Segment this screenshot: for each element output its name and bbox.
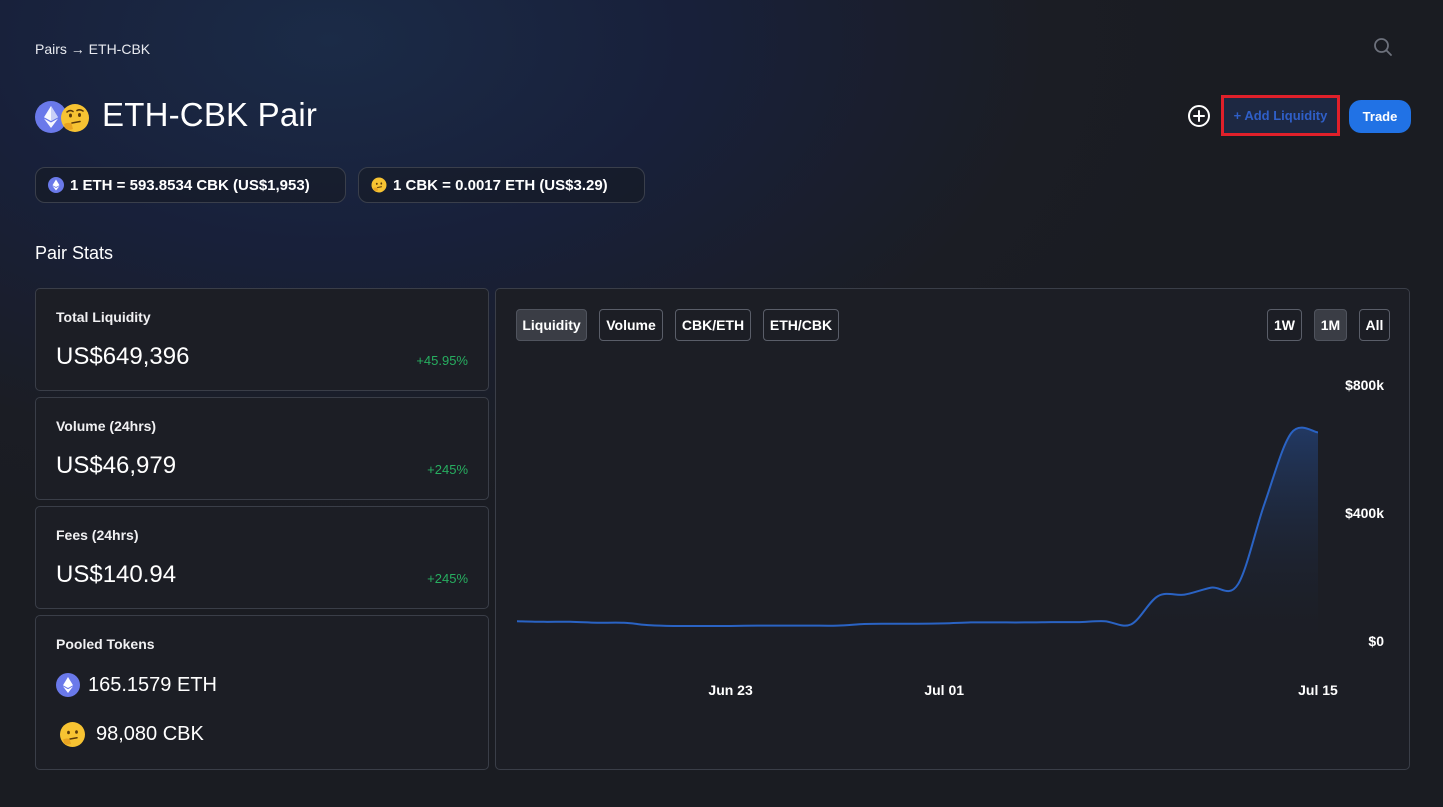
eth-logo-icon: [56, 673, 80, 697]
eth-logo-icon: [48, 177, 64, 193]
cbk-thinking-face-icon: [371, 177, 387, 193]
stat-label: Volume (24hrs): [56, 418, 157, 434]
cbk-price-pill[interactable]: 1 CBK = 0.0017 ETH (US$3.29): [358, 167, 645, 203]
x-tick-label: Jul 15: [1298, 682, 1338, 698]
stat-change: +45.95%: [416, 353, 468, 368]
eth-price-pill[interactable]: 1 ETH = 593.8534 CBK (US$1,953): [35, 167, 346, 203]
cbk-thinking-face-icon: [60, 722, 85, 747]
y-tick-label: $0: [1368, 633, 1384, 649]
liquidity-chart[interactable]: Jun 23 Jul 01 Jul 15 $800k $400k $0: [496, 289, 1409, 769]
trade-button[interactable]: Trade: [1349, 100, 1411, 133]
search-icon[interactable]: [1372, 36, 1394, 58]
liquidity-area: [517, 427, 1318, 641]
pooled-tokens-card: Pooled Tokens 165.1579 ETH 98,080 CBK: [35, 615, 489, 770]
cbk-thinking-face-icon: [61, 104, 89, 132]
total-liquidity-card: Total Liquidity US$649,396 +45.95%: [35, 288, 489, 391]
stat-change: +245%: [427, 462, 468, 477]
pooled-cbk-amount: 98,080 CBK: [96, 723, 204, 745]
stat-change: +245%: [427, 571, 468, 586]
fees-card: Fees (24hrs) US$140.94 +245%: [35, 506, 489, 609]
eth-price-text: 1 ETH = 593.8534 CBK (US$1,953): [70, 176, 310, 194]
pooled-cbk-row[interactable]: 98,080 CBK: [59, 721, 204, 748]
chart-card: Liquidity Volume CBK/ETH ETH/CBK 1W 1M A…: [495, 288, 1410, 770]
stat-label: Total Liquidity: [56, 309, 151, 325]
page-title: ETH-CBK Pair: [102, 96, 318, 133]
pooled-label: Pooled Tokens: [56, 636, 155, 652]
pooled-eth-amount: 165.1579 ETH: [88, 673, 217, 696]
breadcrumb[interactable]: Pairs → ETH-CBK: [35, 41, 150, 57]
stat-value: US$46,979: [56, 452, 177, 479]
pooled-eth-row[interactable]: 165.1579 ETH: [56, 673, 217, 697]
stat-value: US$649,396: [56, 343, 190, 370]
volume-card: Volume (24hrs) US$46,979 +245%: [35, 397, 489, 500]
stat-value: US$140.94: [56, 561, 177, 588]
section-title: Pair Stats: [35, 243, 114, 263]
x-tick-label: Jun 23: [708, 682, 753, 698]
add-token-plus-icon[interactable]: [1187, 104, 1211, 128]
pair-logos: [35, 100, 95, 136]
cbk-price-text: 1 CBK = 0.0017 ETH (US$3.29): [393, 176, 608, 194]
add-liquidity-button[interactable]: + Add Liquidity: [1221, 95, 1340, 136]
x-tick-label: Jul 01: [924, 682, 964, 698]
y-tick-label: $800k: [1345, 377, 1384, 393]
y-tick-label: $400k: [1345, 505, 1384, 521]
stat-label: Fees (24hrs): [56, 527, 139, 543]
